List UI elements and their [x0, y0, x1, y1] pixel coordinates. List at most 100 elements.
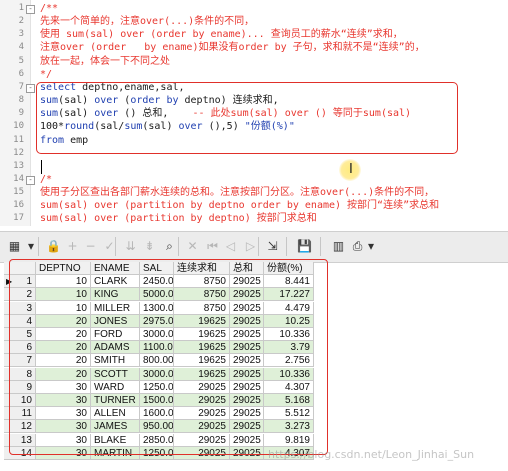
- grid-cell-ename[interactable]: TURNER: [91, 394, 140, 407]
- row-indicator[interactable]: 14: [4, 446, 36, 460]
- fold-toggle-icon[interactable]: -: [26, 5, 35, 14]
- table-row[interactable]: 3 10MILLER1300.008750290254.479: [4, 301, 330, 315]
- grid-cell-pct[interactable]: 4.479: [264, 301, 314, 315]
- grid-cell-pct[interactable]: 10.336: [264, 367, 314, 381]
- grid-cell-ename[interactable]: JAMES: [91, 420, 140, 434]
- grid-cell-ename[interactable]: MILLER: [91, 301, 140, 315]
- grid-cell-ename[interactable]: MARTIN: [91, 446, 140, 460]
- grid-cell-ename[interactable]: CLARK: [91, 275, 140, 289]
- grid-cell-sal[interactable]: 1250.00: [140, 446, 174, 460]
- print-icon[interactable]: ⎙: [349, 236, 366, 256]
- grid-cell-total[interactable]: 29025: [230, 394, 264, 407]
- code-line[interactable]: 14-/*: [0, 173, 508, 186]
- row-indicator[interactable]: 10: [4, 394, 36, 407]
- grid-cell-total[interactable]: 29025: [230, 380, 264, 394]
- grid-cell-cum[interactable]: 29025: [174, 433, 230, 447]
- table-row[interactable]: 930WARD1250.0029025290254.307: [4, 380, 330, 394]
- grid-cell-total[interactable]: 29025: [230, 301, 264, 315]
- grid-cell-pct[interactable]: 4.307: [264, 380, 314, 394]
- grid-cell-total[interactable]: 29025: [230, 314, 264, 328]
- table-row[interactable]: 4 20JONES2975.00196252902510.25: [4, 314, 330, 328]
- sql-editor[interactable]: 1-/** 2 先来一个简单的，注意over(...)条件的不同， 3 使用 sum(s…: [0, 0, 508, 226]
- grid-cell-cum[interactable]: 29025: [174, 407, 230, 421]
- grid-cell-deptno[interactable]: 10: [36, 275, 91, 289]
- code-line[interactable]: 15 使用子分区查出各部门薪水连续的总和。注意按部门分区。注意over(...)条…: [0, 186, 508, 199]
- row-indicator[interactable]: 4: [4, 314, 36, 328]
- grid-cell-ename[interactable]: FORD: [91, 328, 140, 341]
- code-line[interactable]: 3 使用 sum(sal) over (order by ename)... 查询…: [0, 28, 508, 41]
- chart-icon[interactable]: ▥: [330, 236, 347, 256]
- grid-cell-sal[interactable]: 800.00: [140, 354, 174, 368]
- grid-cell-cum[interactable]: 29025: [174, 394, 230, 407]
- grid-cell-cum[interactable]: 8750: [174, 301, 230, 315]
- column-header[interactable]: 连续求和: [174, 262, 230, 275]
- grid-cell-cum[interactable]: 29025: [174, 446, 230, 460]
- code-line[interactable]: 13: [0, 160, 508, 173]
- grid-cell-deptno[interactable]: 10: [36, 301, 91, 315]
- row-indicator[interactable]: 5: [4, 328, 36, 341]
- print-dropdown-icon[interactable]: ▾: [366, 236, 376, 256]
- table-row[interactable]: 8 20SCOTT3000.00196252902510.336: [4, 367, 330, 381]
- row-indicator[interactable]: 13: [4, 433, 36, 447]
- grid-cell-total[interactable]: 29025: [230, 446, 264, 460]
- grid-cell-cum[interactable]: 29025: [174, 380, 230, 394]
- grid-cell-sal[interactable]: 3000.00: [140, 328, 174, 341]
- grid-cell-sal[interactable]: 2975.00: [140, 314, 174, 328]
- table-row[interactable]: 2 10KING5000.0087502902517.227: [4, 288, 330, 302]
- grid-cell-ename[interactable]: ADAMS: [91, 341, 140, 355]
- grid-cell-deptno[interactable]: 20: [36, 314, 91, 328]
- grid-cell-sal[interactable]: 950.00: [140, 420, 174, 434]
- column-header[interactable]: SAL: [140, 262, 174, 275]
- row-indicator[interactable]: 7: [4, 354, 36, 368]
- grid-view-icon[interactable]: ▦: [6, 236, 23, 256]
- find-icon[interactable]: ⌕: [161, 236, 178, 256]
- grid-cell-total[interactable]: 29025: [230, 433, 264, 447]
- grid-cell-sal[interactable]: 2850.00: [140, 433, 174, 447]
- table-row[interactable]: 7 20 SMITH 800.00 19625 29025 2.756: [4, 354, 330, 368]
- grid-cell-ename[interactable]: SCOTT: [91, 367, 140, 381]
- code-line[interactable]: 17 sum(sal) over (partition by deptno) 按部…: [0, 212, 508, 225]
- grid-cell-deptno[interactable]: 30: [36, 420, 91, 434]
- column-header[interactable]: DEPTNO: [36, 262, 91, 275]
- grid-cell-deptno[interactable]: 30: [36, 394, 91, 407]
- fold-toggle-icon[interactable]: -: [26, 175, 35, 185]
- grid-cell-sal[interactable]: 1250.00: [140, 380, 174, 394]
- grid-cell-cum[interactable]: 19625: [174, 354, 230, 368]
- grid-cell-deptno[interactable]: 20: [36, 341, 91, 355]
- export-icon[interactable]: ⇲: [264, 236, 281, 256]
- grid-cell-pct[interactable]: 2.756: [264, 354, 314, 368]
- table-row[interactable]: 1030TURNER1500.0029025290255.168: [4, 394, 330, 407]
- table-row[interactable]: 1130ALLEN1600.0029025290255.512: [4, 407, 330, 421]
- grid-corner-cell[interactable]: [4, 262, 36, 275]
- row-indicator[interactable]: 3: [4, 301, 36, 315]
- grid-cell-sal[interactable]: 3000.00: [140, 367, 174, 381]
- grid-cell-ename[interactable]: SMITH: [91, 354, 140, 368]
- table-row[interactable]: 6 20ADAMS1100.0019625290253.79: [4, 341, 330, 355]
- grid-cell-deptno[interactable]: 20: [36, 354, 91, 368]
- grid-cell-cum[interactable]: 19625: [174, 341, 230, 355]
- grid-cell-deptno[interactable]: 10: [36, 288, 91, 302]
- grid-cell-cum[interactable]: 19625: [174, 328, 230, 341]
- grid-cell-cum[interactable]: 19625: [174, 314, 230, 328]
- grid-cell-sal[interactable]: 1100.00: [140, 341, 174, 355]
- row-indicator[interactable]: ▶ 1: [4, 275, 36, 289]
- grid-cell-ename[interactable]: KING: [91, 288, 140, 302]
- row-indicator[interactable]: 6: [4, 341, 36, 355]
- grid-cell-total[interactable]: 29025: [230, 328, 264, 341]
- grid-cell-sal[interactable]: 5000.00: [140, 288, 174, 302]
- grid-cell-pct[interactable]: 8.441: [264, 275, 314, 289]
- row-indicator[interactable]: 11: [4, 407, 36, 421]
- table-row[interactable]: 12 30 JAMES 950.00 29025 29025 3.273: [4, 420, 330, 434]
- grid-cell-sal[interactable]: 2450.00: [140, 275, 174, 289]
- grid-cell-cum[interactable]: 29025: [174, 420, 230, 434]
- row-indicator[interactable]: 9: [4, 380, 36, 394]
- table-row[interactable]: ▶110CLARK2450.008750290258.441: [4, 275, 330, 289]
- grid-cell-cum[interactable]: 8750: [174, 288, 230, 302]
- grid-cell-pct[interactable]: 5.168: [264, 394, 314, 407]
- grid-cell-deptno[interactable]: 30: [36, 446, 91, 460]
- grid-cell-ename[interactable]: JONES: [91, 314, 140, 328]
- code-line[interactable]: 2 先来一个简单的，注意over(...)条件的不同，: [0, 15, 508, 28]
- grid-cell-ename[interactable]: WARD: [91, 380, 140, 394]
- grid-cell-total[interactable]: 29025: [230, 354, 264, 368]
- grid-cell-pct[interactable]: 10.25: [264, 314, 314, 328]
